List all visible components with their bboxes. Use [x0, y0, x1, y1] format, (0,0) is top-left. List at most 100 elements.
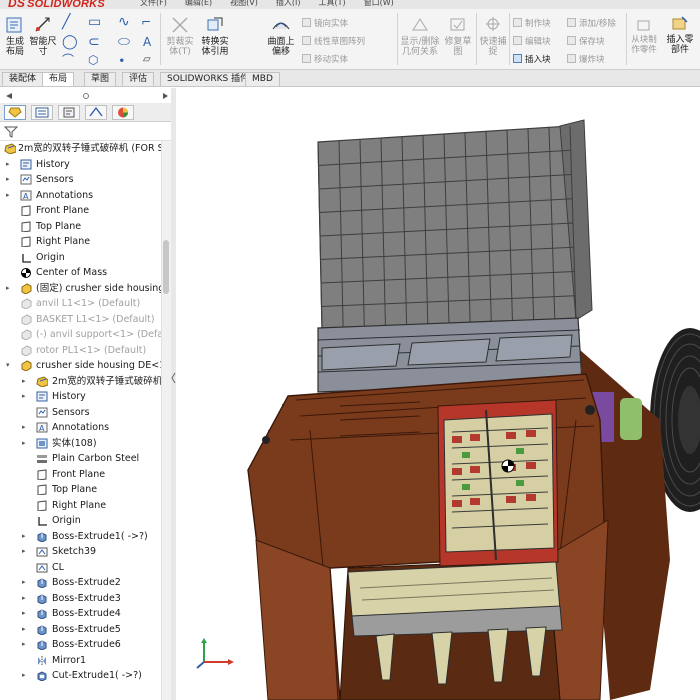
expand-arrow-icon[interactable]: ▸ [22, 622, 30, 637]
tab-sketch[interactable]: 草图 [84, 72, 117, 86]
tree-row[interactable]: ▸ Boss-Extrude4 [0, 606, 162, 622]
insert-block-button[interactable]: 插入块 [513, 53, 551, 65]
tree-row[interactable]: anvil L1<1> (Default) [0, 296, 162, 312]
smart-dimension-button[interactable]: 智能尺 寸 [28, 15, 58, 57]
tree-filter[interactable] [0, 123, 171, 141]
add-remove-button[interactable]: 添加/移除 [567, 17, 616, 29]
polygon-icon[interactable]: ⬡ [88, 53, 98, 67]
graphics-area[interactable] [176, 88, 700, 700]
tree-row[interactable]: ▸ A Annotations [0, 420, 162, 436]
make-block-button[interactable]: 制作块 [513, 17, 551, 29]
offset-on-surface-button[interactable]: 曲面上 偏移 [264, 15, 298, 57]
solidworks-logo[interactable]: DS SOLIDWORKS [8, 0, 105, 9]
expand-arrow-icon[interactable]: ▸ [22, 420, 30, 435]
edit-block-button[interactable]: 编辑块 [513, 35, 551, 47]
expand-arrow-icon[interactable]: ▸ [22, 575, 30, 590]
expand-arrow-icon[interactable]: ▸ [6, 281, 14, 296]
expand-arrow-icon[interactable]: ▸ [6, 188, 14, 203]
generate-layout-button[interactable]: 生成 布局 [2, 15, 28, 57]
tree-row[interactable]: ▸ Sensors [0, 172, 162, 188]
circle-icon[interactable]: ◯ [62, 35, 78, 49]
display-manager-tab[interactable] [112, 105, 134, 120]
tab-evaluate[interactable]: 评估 [122, 72, 155, 86]
point-icon[interactable]: ∙ [118, 53, 126, 67]
linear-pattern-button[interactable]: 线性草图阵列 [302, 35, 365, 47]
tree-row[interactable]: ▾ crusher side housing DE<1> - [0, 358, 171, 374]
tree-row[interactable]: BASKET L1<1> (Default) [0, 312, 162, 328]
plane-tool-icon[interactable]: ▱ [143, 53, 151, 67]
expand-arrow-icon[interactable]: ▸ [22, 374, 30, 389]
tree-row[interactable]: Center of Mass [0, 265, 162, 281]
tab-mbd[interactable]: MBD [245, 72, 280, 86]
show-delete-relations-button[interactable]: 显示/删除 几何关系 [398, 15, 442, 57]
expand-arrow-icon[interactable]: ▸ [22, 436, 30, 451]
menu-insert[interactable]: 插入(I) [276, 0, 301, 8]
spline-icon[interactable]: ∿ [118, 15, 130, 29]
tree-row[interactable]: ▸ A Annotations [0, 188, 162, 204]
fillet-icon[interactable]: ⌐ [141, 15, 151, 29]
tree-row[interactable]: CL [0, 560, 162, 576]
tree-row[interactable]: Top Plane [0, 482, 162, 498]
explode-block-button[interactable]: 爆炸块 [567, 53, 605, 65]
line-icon[interactable]: ╱ [62, 15, 70, 29]
crusher-3d-model[interactable] [176, 88, 700, 700]
expand-arrow-icon[interactable]: ▸ [22, 544, 30, 559]
expand-arrow-icon[interactable]: ▸ [22, 389, 30, 404]
tree-row[interactable]: 2m宽的双转子锤式破碎机 (FOR SPL [0, 141, 171, 157]
tree-row[interactable]: ▸ Boss-Extrude6 [0, 637, 162, 653]
tree-row[interactable]: (-) anvil support<1> (Default) [0, 327, 171, 343]
tree-row[interactable]: Top Plane [0, 219, 162, 235]
expand-arrow-icon[interactable]: ▸ [6, 157, 14, 172]
quick-snaps-button[interactable]: 快速捕 捉 [478, 15, 508, 57]
ellipse-icon[interactable]: ⬭ [118, 35, 130, 49]
tree-row[interactable]: ▸ 2m宽的双转子锤式破碎机 中 [0, 374, 171, 390]
tree-row[interactable]: ▸ Boss-Extrude1( ->?) [0, 529, 162, 545]
text-tool-icon[interactable]: A [143, 35, 151, 49]
save-block-button[interactable]: 保存块 [567, 35, 605, 47]
tree-row[interactable]: ▸ History [0, 389, 162, 405]
rectangle-icon[interactable]: ▭ [88, 15, 101, 29]
expand-arrow-icon[interactable]: ▸ [22, 591, 30, 606]
menu-tools[interactable]: 工具(T) [318, 0, 345, 8]
menu-file[interactable]: 文件(F) [140, 0, 167, 8]
tree-row[interactable]: ▸ Boss-Extrude2 [0, 575, 162, 591]
tab-assembly[interactable]: 装配体 [2, 72, 44, 86]
tree-row[interactable]: ▸ Cut-Extrude1( ->?) [0, 668, 162, 684]
tree-row[interactable]: Origin [0, 250, 162, 266]
menu-view[interactable]: 视图(V) [230, 0, 258, 8]
expand-arrow-icon[interactable]: ▸ [6, 172, 14, 187]
tree-row[interactable]: ▸ 实体(108) [0, 436, 162, 452]
configurationmanager-tab[interactable] [58, 105, 80, 120]
tree-row[interactable]: Right Plane [0, 234, 162, 250]
menu-window[interactable]: 窗口(W) [364, 0, 394, 8]
tree-row[interactable]: Right Plane [0, 498, 162, 514]
tree-row[interactable]: ▸ Boss-Extrude3 [0, 591, 162, 607]
tree-row[interactable]: Front Plane [0, 467, 162, 483]
move-entities-button[interactable]: 移动实体 [302, 53, 348, 65]
insert-part-button[interactable]: 插入零 部件 [662, 15, 698, 55]
slot-icon[interactable]: ⊂ [88, 35, 100, 49]
tree-row[interactable]: ▸ History [0, 157, 162, 173]
featuremanager-tab[interactable] [4, 105, 26, 120]
tree-row[interactable]: Sensors [0, 405, 162, 421]
tree-scrollbar-thumb[interactable] [163, 240, 169, 294]
expand-arrow-icon[interactable]: ▸ [22, 668, 30, 683]
dimxpert-tab[interactable] [85, 105, 107, 120]
collapse-arrow-icon[interactable]: ▾ [6, 358, 14, 373]
tab-solidworks-addins[interactable]: SOLIDWORKS 插件 [160, 72, 257, 86]
mirror-entities-button[interactable]: 镜向实体 [302, 17, 348, 29]
repair-sketch-button[interactable]: 修复草 图 [442, 15, 474, 57]
tree-row[interactable]: Plain Carbon Steel [0, 451, 162, 467]
make-part-from-block-button[interactable]: 从块制 作零件 [628, 19, 660, 55]
arc-icon[interactable]: ⌒ [62, 53, 74, 67]
convert-entities-button[interactable]: 转换实 体引用 [198, 15, 232, 57]
expand-arrow-icon[interactable]: ▸ [22, 637, 30, 652]
expand-arrow-icon[interactable]: ▸ [22, 606, 30, 621]
tree-row[interactable]: Mirror1 [0, 653, 162, 669]
tree-row[interactable]: ▸ Boss-Extrude5 [0, 622, 162, 638]
propertymanager-tab[interactable] [31, 105, 53, 120]
tab-layout[interactable]: 布局 [42, 72, 75, 86]
tree-scrollbar[interactable] [161, 141, 171, 700]
expand-arrow-icon[interactable]: ▸ [22, 529, 30, 544]
tree-row[interactable]: Front Plane [0, 203, 162, 219]
